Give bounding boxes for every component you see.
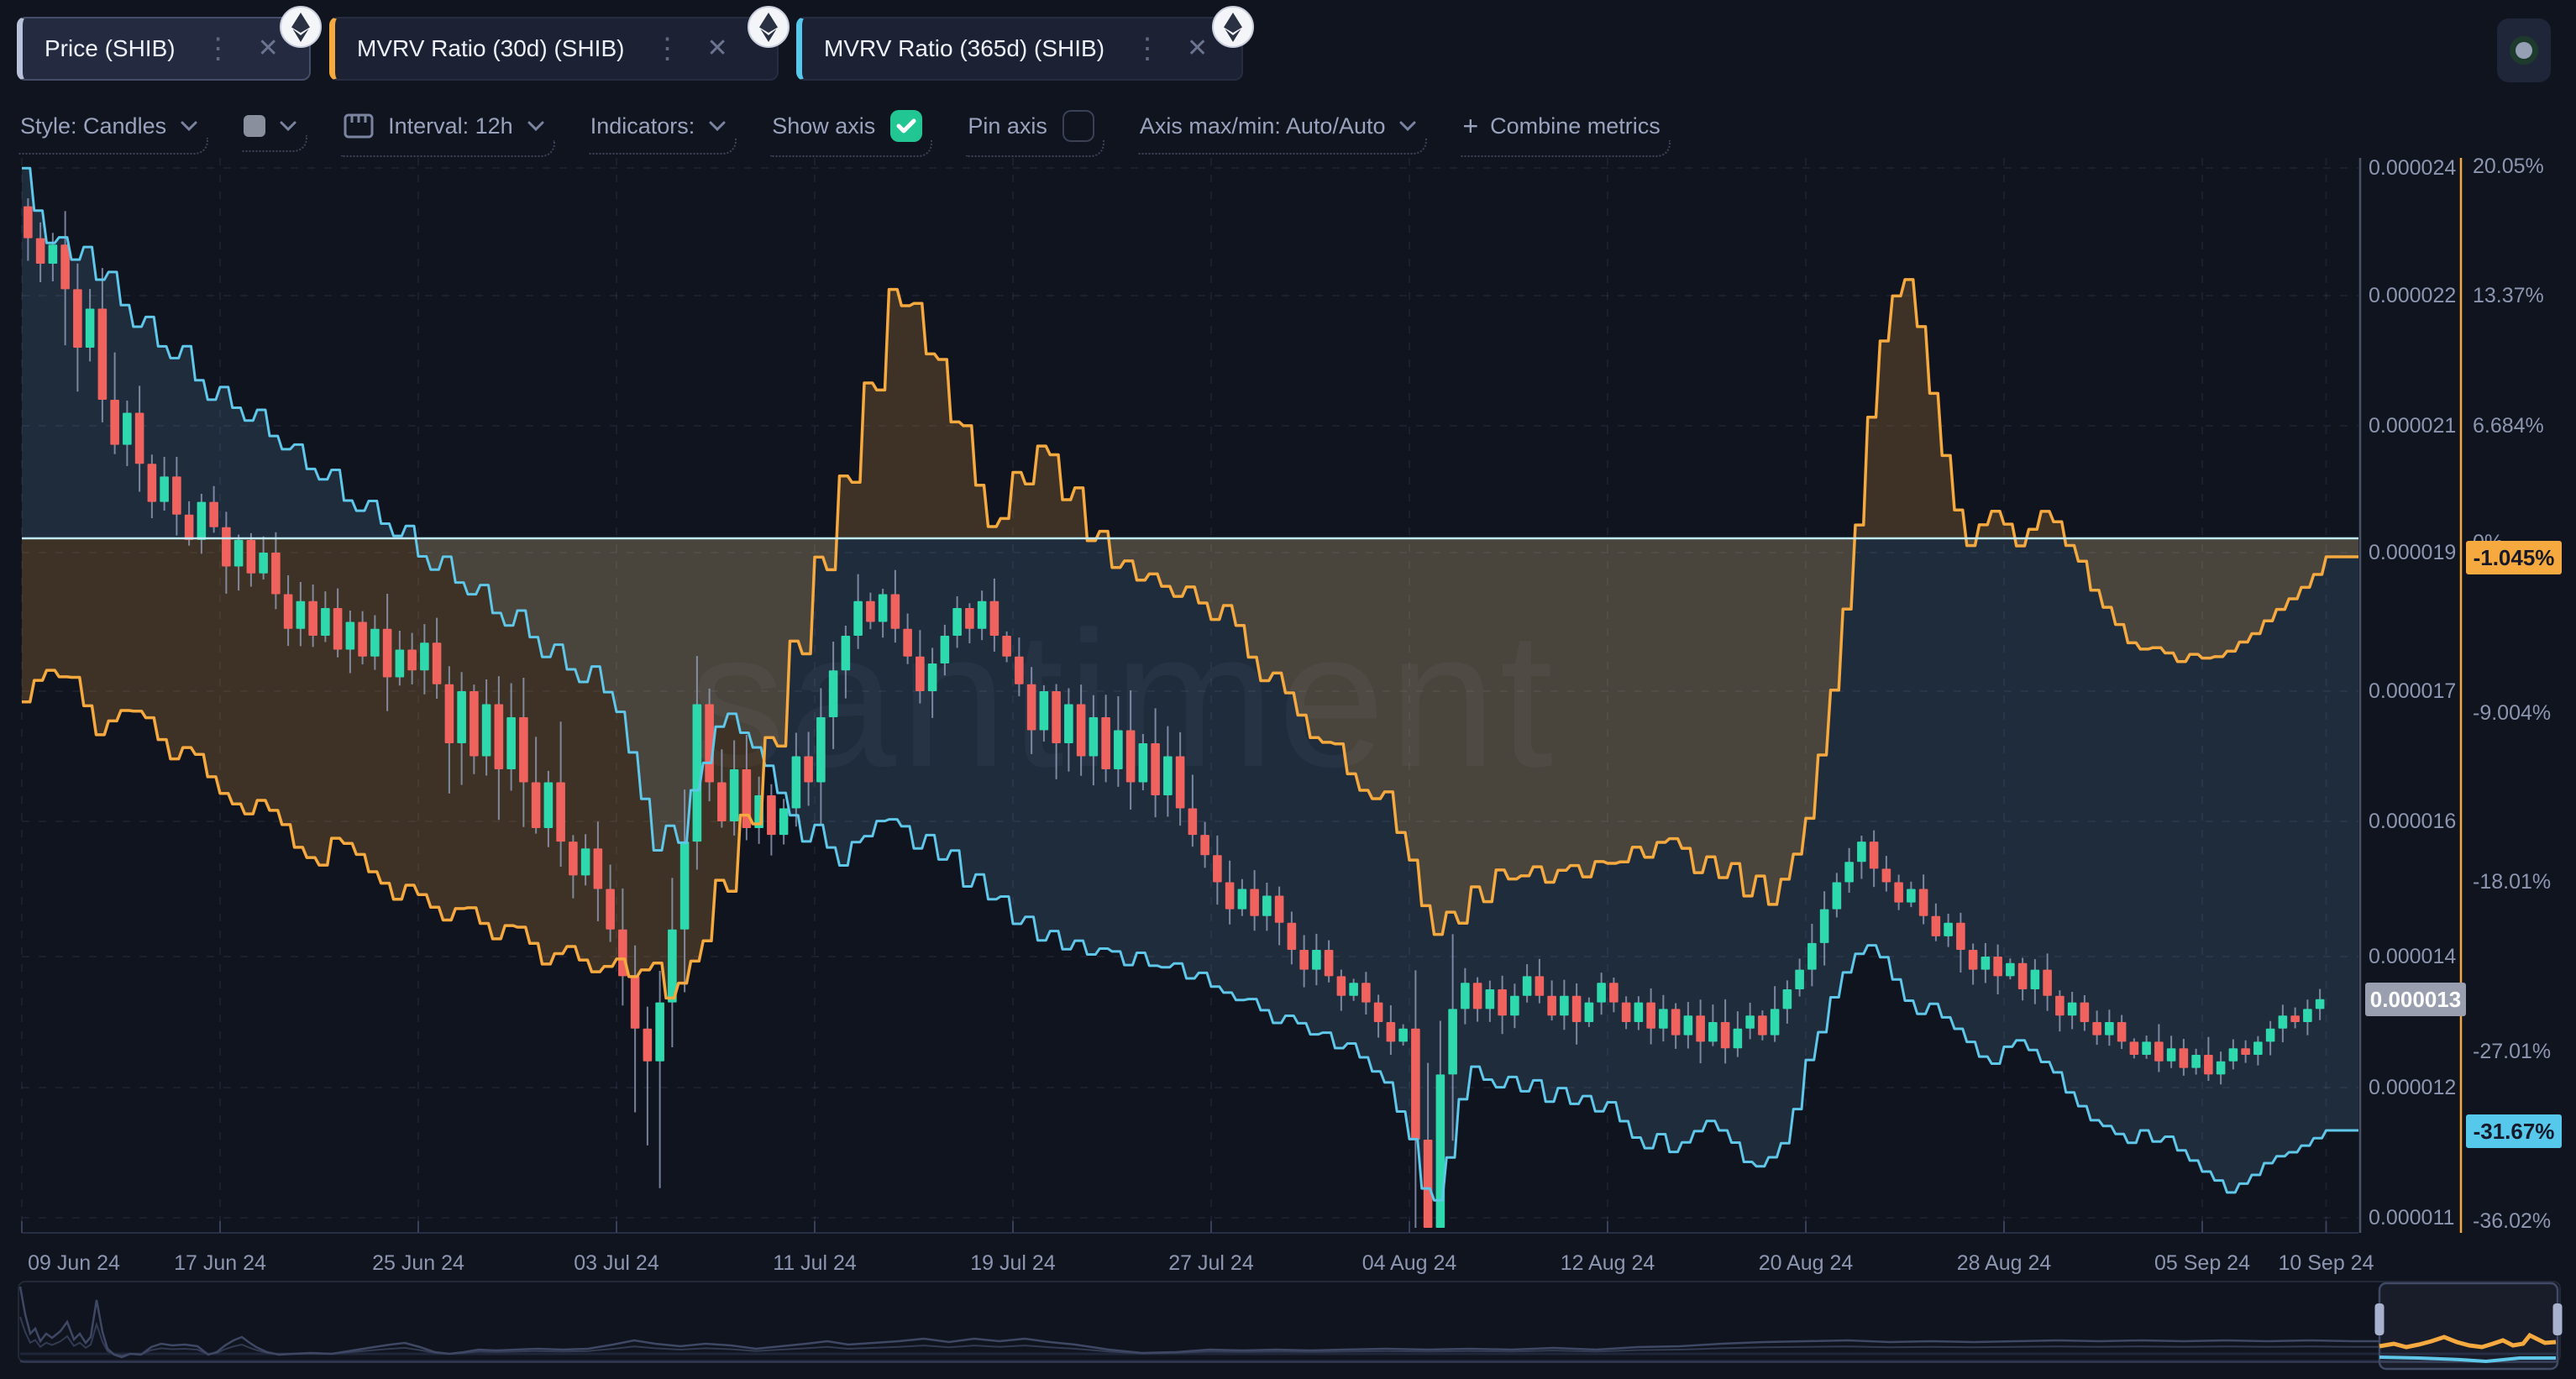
date-axis-labels: 09 Jun 24 17 Jun 24 25 Jun 24 03 Jul 24 11 J… [28,1251,2374,1275]
svg-text:0.000016: 0.000016 [2369,810,2456,833]
svg-text:-36.02%: -36.02% [2473,1209,2551,1233]
pin-axis-toggle[interactable]: Pin axis [968,110,1094,147]
svg-text:04 Aug 24: 04 Aug 24 [1362,1251,1457,1275]
svg-text:-9.004%: -9.004% [2473,701,2551,725]
tab-mvrv-30d-shib[interactable]: MVRV Ratio (30d) (SHIB) ⋮ ✕ [329,17,779,81]
svg-text:-27.01%: -27.01% [2473,1040,2551,1063]
main-chart-plot[interactable]: 0.000024 0.000022 0.000021 0.000019 0.000017… [0,0,2576,1278]
tab-label: Price (SHIB) [45,35,176,62]
pin-axis-checkbox[interactable] [1062,110,1094,142]
svg-text:-31.67%: -31.67% [2474,1119,2555,1144]
ethereum-chain-icon [747,5,790,49]
metric-tab-bar: Price (SHIB) ⋮ ✕ MVRV Ratio (30d) (SHIB)… [0,0,2576,94]
svg-text:11 Jul 24: 11 Jul 24 [773,1251,857,1275]
app-status-button[interactable] [2497,18,2551,82]
svg-text:25 Jun 24: 25 Jun 24 [372,1251,464,1275]
interval-ruler-icon [343,110,375,142]
svg-text:0.000011: 0.000011 [2369,1206,2454,1230]
tab-label: MVRV Ratio (30d) (SHIB) [357,35,624,62]
check-icon [896,118,916,134]
svg-text:19 Jul 24: 19 Jul 24 [970,1251,1056,1275]
kebab-menu-icon[interactable]: ⋮ [653,34,681,63]
combine-metrics-label: Combine metrics [1490,113,1660,139]
price-axis-labels: 0.000024 0.000022 0.000021 0.000019 0.000017… [2369,156,2456,1230]
svg-text:12 Aug 24: 12 Aug 24 [1561,1251,1655,1275]
pin-axis-label: Pin axis [968,113,1047,139]
indicators-dropdown[interactable]: Indicators: [590,113,727,144]
svg-text:0.000019: 0.000019 [2369,541,2456,564]
chevron-down-icon [180,120,198,132]
tab-price-shib[interactable]: Price (SHIB) ⋮ ✕ [17,17,311,81]
close-icon[interactable]: ✕ [258,36,279,61]
combine-metrics-button[interactable]: + Combine metrics [1462,111,1660,147]
svg-text:28 Aug 24: 28 Aug 24 [1957,1251,2052,1275]
minimap-range-selector[interactable] [0,1278,2576,1379]
svg-text:20.05%: 20.05% [2473,155,2544,178]
tab-label: MVRV Ratio (365d) (SHIB) [824,35,1104,62]
plus-icon: + [1462,111,1478,142]
show-axis-label: Show axis [772,113,875,139]
kebab-menu-icon[interactable]: ⋮ [204,34,233,63]
percent-axis-labels: 20.05%13.37%6.684%0%-9.004%-18.01%-27.01… [2473,155,2551,1233]
svg-text:0.000012: 0.000012 [2369,1076,2456,1099]
svg-text:17 Jun 24: 17 Jun 24 [174,1251,266,1275]
mvrv-365d-value-badge: -31.67% [2466,1114,2562,1148]
record-target-icon [2507,34,2541,67]
svg-text:0.000013: 0.000013 [2370,987,2461,1012]
svg-text:0.000024: 0.000024 [2369,156,2456,180]
tab-mvrv-365d-shib[interactable]: MVRV Ratio (365d) (SHIB) ⋮ ✕ [796,17,1243,81]
chevron-down-icon [708,120,727,132]
mvrv-30d-value-badge: -1.045% [2466,541,2562,574]
price-value-badge: 0.000013 [2365,983,2466,1016]
ethereum-chain-icon [1211,5,1255,49]
svg-text:0.000021: 0.000021 [2369,414,2456,438]
svg-text:03 Jul 24: 03 Jul 24 [574,1251,659,1275]
axis-maxmin-label: Axis max/min: Auto/Auto [1140,113,1386,139]
svg-text:0.000022: 0.000022 [2369,284,2456,307]
style-label: Style: Candles [20,113,166,139]
axis-maxmin-dropdown[interactable]: Axis max/min: Auto/Auto [1140,113,1418,144]
svg-text:13.37%: 13.37% [2473,284,2544,307]
svg-text:05 Sep 24: 05 Sep 24 [2154,1251,2250,1275]
svg-text:-18.01%: -18.01% [2473,870,2551,894]
interval-dropdown[interactable]: Interval: 12h [343,110,545,147]
color-swatch-dropdown[interactable] [244,115,297,142]
minimap-handle-right[interactable] [2553,1303,2563,1335]
chevron-down-icon [527,120,545,132]
show-axis-toggle[interactable]: Show axis [772,110,922,147]
style-dropdown[interactable]: Style: Candles [20,113,198,144]
indicators-label: Indicators: [590,113,695,139]
svg-text:0.000017: 0.000017 [2369,679,2456,703]
interval-label: Interval: 12h [388,113,513,139]
close-icon[interactable]: ✕ [1187,36,1208,61]
close-icon[interactable]: ✕ [706,36,727,61]
svg-text:0.000014: 0.000014 [2369,945,2456,968]
santiment-chart-app: santiment Price (SHIB) ⋮ ✕ MVRV Ratio (3… [0,0,2576,1379]
svg-text:6.684%: 6.684% [2473,414,2544,438]
chevron-down-icon [279,120,297,132]
minimap-handle-left[interactable] [2375,1303,2385,1335]
ethereum-chain-icon [279,5,323,49]
show-axis-checkbox[interactable] [890,110,922,142]
kebab-menu-icon[interactable]: ⋮ [1133,34,1162,63]
svg-text:20 Aug 24: 20 Aug 24 [1759,1251,1854,1275]
chevron-down-icon [1398,120,1417,132]
svg-text:10 Sep 24: 10 Sep 24 [2279,1251,2374,1275]
color-swatch [244,115,265,137]
svg-text:09 Jun 24: 09 Jun 24 [28,1251,120,1275]
svg-text:-1.045%: -1.045% [2474,545,2555,570]
chart-toolbar: Style: Candles Interval: 12h Indicators:… [20,99,1706,158]
svg-text:27 Jul 24: 27 Jul 24 [1168,1251,1254,1275]
